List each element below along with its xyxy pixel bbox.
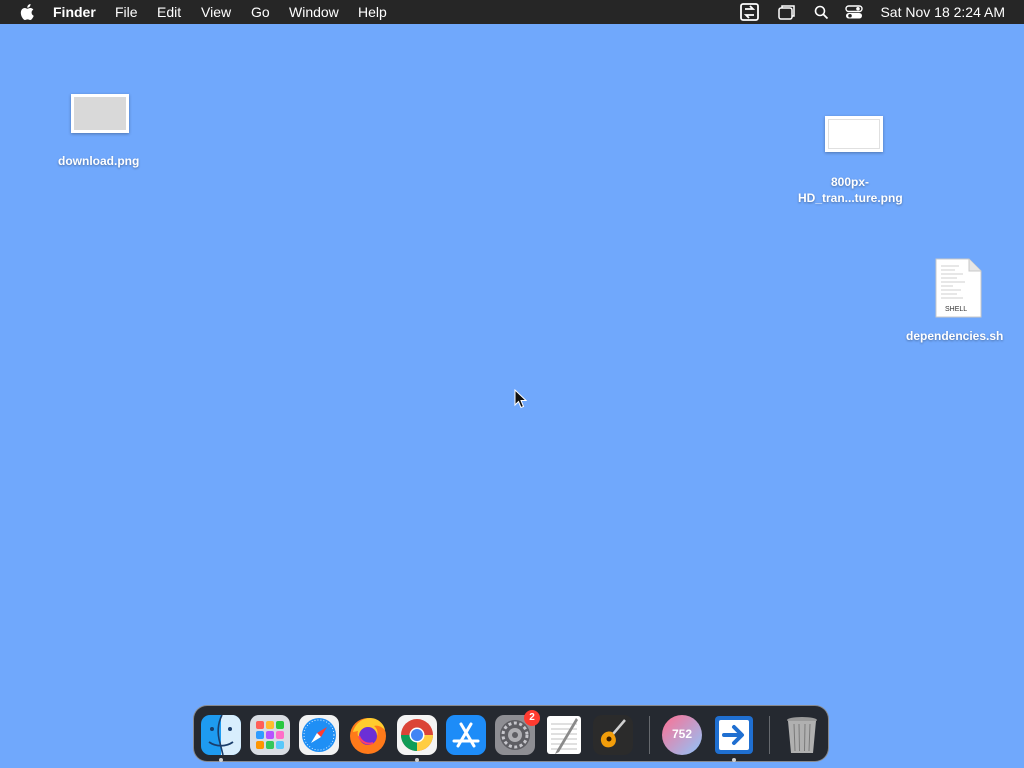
menu-file[interactable]: File [115, 4, 138, 20]
screen-share-icon[interactable] [740, 3, 759, 21]
menu-edit[interactable]: Edit [157, 4, 181, 20]
menu-view[interactable]: View [201, 4, 231, 20]
counter-icon[interactable]: 752 [661, 714, 703, 756]
safari-icon[interactable] [298, 714, 340, 756]
menu-help[interactable]: Help [358, 4, 387, 20]
desktop-file-label-line2: HD_tran...ture.png [798, 191, 903, 205]
running-indicator [415, 758, 419, 762]
dock-separator [769, 716, 770, 754]
menubar-clock[interactable]: Sat Nov 18 2:24 AM [880, 4, 1005, 20]
textedit-icon[interactable] [543, 714, 585, 756]
mouse-cursor-icon [514, 389, 528, 409]
guitar-icon[interactable] [592, 714, 634, 756]
migration-arrow-icon[interactable] [713, 714, 755, 756]
shell-doc-label: SHELL [945, 306, 968, 313]
apple-logo-icon[interactable] [18, 3, 35, 21]
image-thumbnail-icon [825, 116, 883, 152]
firefox-icon[interactable] [347, 714, 389, 756]
window-stack-icon[interactable] [778, 3, 796, 21]
app-store-icon[interactable] [445, 714, 487, 756]
dock: 2 752 [193, 705, 829, 762]
menu-bar: Finder File Edit View Go Window Help Sat… [0, 0, 1024, 24]
finder-icon[interactable] [200, 714, 242, 756]
desktop-file-label: dependencies.sh [906, 329, 1004, 343]
running-indicator [219, 758, 223, 762]
settings-gear-icon[interactable]: 2 [494, 710, 540, 756]
running-indicator [732, 758, 736, 762]
spotlight-search-icon[interactable] [814, 3, 829, 21]
menu-window[interactable]: Window [289, 4, 339, 20]
launchpad-icon[interactable] [249, 714, 291, 756]
chrome-icon[interactable] [396, 714, 438, 756]
menu-finder[interactable]: Finder [53, 4, 96, 20]
control-center-icon[interactable] [845, 3, 863, 21]
menu-go[interactable]: Go [251, 4, 270, 20]
image-thumbnail-icon [71, 94, 129, 133]
desktop-file-label: download.png [58, 154, 140, 168]
notification-badge: 2 [524, 710, 540, 726]
desktop-file-label-line1: 800px- [831, 175, 870, 189]
trash-icon[interactable] [781, 714, 823, 756]
dock-separator [649, 716, 650, 754]
counter-label: 752 [671, 727, 693, 741]
